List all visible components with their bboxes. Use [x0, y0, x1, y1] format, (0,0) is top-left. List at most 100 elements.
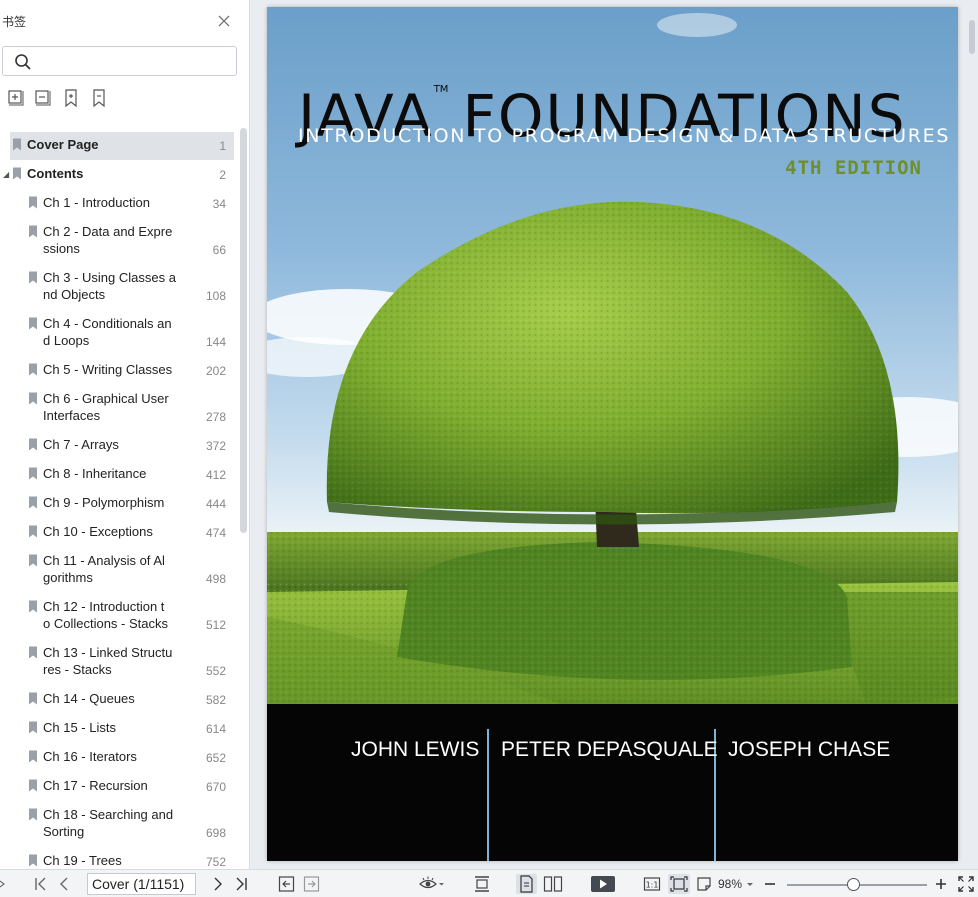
search-icon	[15, 54, 31, 70]
bookmark-tools	[0, 88, 250, 110]
bookmark-page-number: 474	[205, 526, 226, 540]
bookmark-icon	[29, 496, 37, 509]
cover-edition: 4TH EDITION	[785, 157, 922, 179]
left-edge-icon	[0, 880, 5, 888]
bookmark-icon	[29, 392, 37, 405]
cover-title-tm: TM	[433, 84, 449, 95]
next-page-icon[interactable]	[211, 875, 225, 893]
bookmark-label: Ch 18 - Searching and Sorting	[43, 807, 174, 839]
bookmark-icon	[29, 317, 37, 330]
expand-all-icon[interactable]	[6, 88, 26, 108]
bookmark-item[interactable]: Ch 8 - Inheritance 412	[0, 466, 238, 483]
collapse-all-icon[interactable]	[33, 88, 53, 108]
zoom-mode-icon[interactable]	[696, 875, 714, 893]
document-view[interactable]: JAVATM FOUNDATIONS INTRODUCTION TO PROGRA…	[251, 0, 978, 869]
bookmark-label: Ch 7 - Arrays	[43, 437, 119, 452]
bookmark-icon	[13, 138, 21, 151]
bookmark-icon	[29, 467, 37, 480]
zoom-slider-handle[interactable]	[847, 878, 860, 891]
svg-text:1:1: 1:1	[646, 881, 659, 890]
bookmark-page-number: 1	[219, 139, 226, 153]
go-forward-icon[interactable]	[303, 875, 320, 893]
bookmark-page-number: 2	[219, 168, 226, 182]
page-number-field[interactable]: Cover (1/1151)	[87, 873, 196, 895]
bookmark-item[interactable]: Ch 9 - Polymorphism 444	[0, 495, 238, 512]
zoom-out-icon[interactable]	[763, 875, 777, 893]
collapse-arrow-icon[interactable]: ◢	[3, 170, 9, 179]
bookmark-panel-title: 书签	[2, 15, 27, 29]
bookmark-label: Ch 11 - Analysis of Al gorithms	[43, 553, 165, 585]
bookmark-list: Cover Page 1 ◢ Contents 2 Ch 1 - Introduction…	[0, 120, 238, 869]
bookmark-page-number: 552	[205, 664, 226, 678]
bookmark-item[interactable]: Ch 15 - Lists 614	[0, 720, 238, 737]
bookmark-page-number: 66	[212, 243, 226, 257]
bookmark-label: Ch 10 - Exceptions	[43, 524, 153, 539]
cover-title: JAVATM FOUNDATIONS	[298, 55, 958, 150]
go-back-icon[interactable]	[278, 875, 295, 893]
bookmark-item[interactable]: Ch 13 - Linked Structu res - Stacks 552	[0, 645, 238, 679]
bookmark-item[interactable]: Ch 5 - Writing Classes 202	[0, 362, 238, 379]
last-page-icon[interactable]	[233, 875, 249, 893]
bookmark-page-number: 614	[205, 722, 226, 736]
cover-author-1: JOHN LEWIS	[351, 738, 480, 761]
bookmark-item[interactable]: Cover Page 1	[0, 132, 238, 160]
eye-protect-icon[interactable]	[418, 875, 446, 893]
slideshow-icon[interactable]	[590, 875, 616, 893]
single-page-icon[interactable]	[516, 874, 537, 894]
bookmark-panel: 书签 Cover Page 1 ◢ Contents 2 Ch 1 - Intr…	[0, 0, 250, 869]
bookmark-item[interactable]: Ch 3 - Using Classes a nd Objects 108	[0, 270, 238, 304]
fit-page-icon[interactable]	[668, 874, 690, 894]
bookmark-item[interactable]: Ch 19 - Trees 752	[0, 853, 238, 869]
bookmark-label: Ch 2 - Data and Expre ssions	[43, 224, 173, 256]
bookmark-item[interactable]: Ch 7 - Arrays 372	[0, 437, 238, 454]
bookmark-item[interactable]: Ch 10 - Exceptions 474	[0, 524, 238, 541]
delete-bookmark-icon[interactable]	[89, 88, 109, 108]
bookmark-item[interactable]: Ch 14 - Queues 582	[0, 691, 238, 708]
bookmark-item[interactable]: Ch 4 - Conditionals an d Loops 144	[0, 316, 238, 350]
bookmark-panel-header: 书签	[0, 0, 250, 42]
bookmark-label: Ch 9 - Polymorphism	[43, 495, 165, 510]
bookmark-icon	[29, 854, 37, 867]
bookmark-label: Ch 5 - Writing Classes	[43, 362, 173, 377]
cover-author-3: JOSEPH CHASE	[728, 738, 891, 761]
bookmark-label: Ch 17 - Recursion	[43, 778, 148, 793]
first-page-icon[interactable]	[33, 875, 49, 893]
bookmark-item[interactable]: Ch 12 - Introduction t o Collections - S…	[0, 599, 238, 633]
bookmark-item[interactable]: Ch 16 - Iterators 652	[0, 749, 238, 766]
bookmark-item[interactable]: Ch 11 - Analysis of Al gorithms 498	[0, 553, 238, 587]
document-scrollbar[interactable]	[969, 20, 975, 54]
actual-size-icon[interactable]: 1:1	[643, 875, 661, 893]
bookmark-item[interactable]: Ch 6 - Graphical User Interfaces 278	[0, 391, 238, 425]
bookmark-label: Ch 19 - Trees	[43, 853, 122, 868]
bookmark-label: Ch 16 - Iterators	[43, 749, 137, 764]
close-icon[interactable]	[217, 14, 231, 28]
bookmark-page-number: 512	[205, 618, 226, 632]
add-bookmark-icon[interactable]	[61, 88, 81, 108]
bookmark-label: Ch 3 - Using Classes a nd Objects	[43, 270, 176, 302]
bookmark-label: Ch 4 - Conditionals an d Loops	[43, 316, 172, 348]
cover-author-2: PETER DEPASQUALE	[501, 738, 718, 761]
bookmark-search-input[interactable]	[37, 51, 232, 71]
bookmark-icon	[29, 196, 37, 209]
bookmark-label: Ch 1 - Introduction	[43, 195, 150, 210]
bookmark-label: Ch 13 - Linked Structu res - Stacks	[43, 645, 173, 677]
bookmark-icon	[29, 600, 37, 613]
bookmark-item[interactable]: Ch 18 - Searching and Sorting 698	[0, 807, 238, 841]
zoom-in-icon[interactable]	[934, 875, 948, 893]
bookmark-page-number: 412	[205, 468, 226, 482]
zoom-percentage[interactable]: 98%	[718, 877, 742, 891]
bookmark-page-number: 582	[205, 693, 226, 707]
bookmark-item[interactable]: Ch 2 - Data and Expre ssions 66	[0, 224, 238, 258]
fullscreen-icon[interactable]	[957, 875, 975, 893]
bookmark-scrollbar[interactable]	[240, 128, 247, 533]
bookmark-item[interactable]: Ch 1 - Introduction 34	[0, 195, 238, 212]
pdf-page-cover: JAVATM FOUNDATIONS INTRODUCTION TO PROGRA…	[267, 7, 958, 861]
previous-page-icon[interactable]	[57, 875, 71, 893]
bookmark-item[interactable]: Ch 17 - Recursion 670	[0, 778, 238, 795]
zoom-dropdown-icon[interactable]	[746, 875, 754, 893]
bookmark-search-box[interactable]	[2, 46, 237, 76]
two-page-icon[interactable]	[543, 875, 563, 893]
fit-width-icon[interactable]	[473, 875, 491, 893]
bookmark-icon	[13, 167, 21, 180]
bookmark-item[interactable]: ◢ Contents 2	[0, 166, 238, 183]
